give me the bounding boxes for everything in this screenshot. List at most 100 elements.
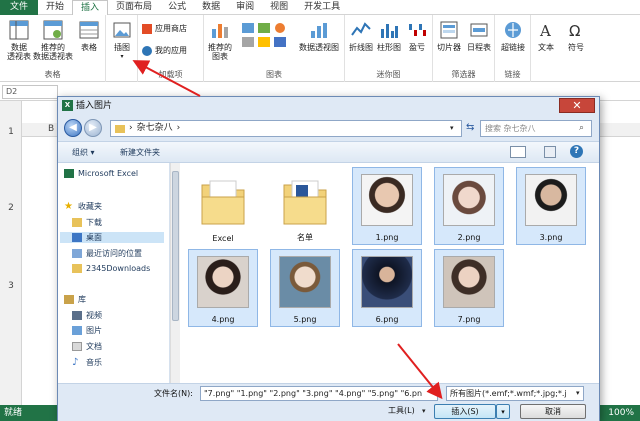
filename-label: 文件名(N): — [154, 389, 193, 398]
nav-item-microsoft-excel[interactable]: Microsoft Excel — [64, 169, 138, 178]
cancel-button[interactable]: 取消 — [520, 404, 586, 419]
tab-page-layout[interactable]: 页面布局 — [108, 0, 160, 15]
chevron-down-icon[interactable]: ▾ — [576, 389, 580, 397]
file-name: 4.png — [211, 315, 235, 324]
nav-scrollbar[interactable] — [170, 163, 180, 383]
file-item-4png[interactable]: 4.png — [188, 249, 258, 327]
recommended-charts-button[interactable]: 推荐的 图表 — [206, 19, 234, 61]
nav-item-libraries[interactable]: 库 — [64, 294, 86, 305]
breadcrumb-item[interactable]: 杂七杂八 — [137, 121, 173, 136]
group-filters: 切片器 日程表 筛选器 — [433, 15, 495, 82]
help-icon[interactable]: ? — [570, 145, 583, 158]
text-button[interactable]: A 文本 — [533, 19, 559, 52]
sparkline-column-button[interactable]: 柱形图 — [375, 19, 403, 52]
row-header-2[interactable]: 2 — [0, 203, 22, 213]
hyperlink-button[interactable]: 超链接 — [498, 19, 528, 52]
insert-options-button[interactable]: ▾ — [496, 404, 510, 419]
my-apps-button[interactable]: 我的应用 — [142, 45, 187, 56]
refresh-icon[interactable]: ⇆ — [466, 122, 474, 133]
tools-button[interactable]: 工具(L) — [388, 405, 415, 416]
tab-developer[interactable]: 开发工具 — [296, 0, 348, 15]
filename-input[interactable]: "7.png" "1.png" "2.png" "3.png" "4.png" … — [200, 386, 438, 401]
tab-formulas[interactable]: 公式 — [160, 0, 194, 15]
file-item-6png[interactable]: 6.png — [352, 249, 422, 327]
address-dropdown-icon[interactable]: ▾ — [450, 124, 454, 132]
nav-item-documents[interactable]: 文档 — [72, 341, 102, 352]
recent-places-icon — [72, 249, 82, 258]
forward-button[interactable]: ▶ — [84, 119, 102, 137]
table-button[interactable]: 表格 — [74, 19, 104, 52]
insert-button[interactable]: 插入(S) — [434, 404, 496, 419]
recommended-pivot-button[interactable]: 推荐的 数据透视表 — [33, 19, 73, 61]
nav-item-recent[interactable]: 最近访问的位置 — [72, 248, 142, 259]
file-item-3png[interactable]: 3.png — [516, 167, 586, 245]
recommended-charts-label: 推荐的 图表 — [208, 43, 232, 61]
tab-file[interactable]: 文件 — [0, 0, 39, 15]
folder-icon — [72, 264, 82, 273]
search-icon: ⌕ — [579, 123, 585, 133]
nav-item-downloads[interactable]: 下载 — [72, 217, 102, 228]
pivot-chart-button[interactable]: 数据透视图 — [296, 19, 342, 52]
documents-icon — [72, 342, 82, 351]
symbol-button[interactable]: Ω 符号 — [563, 19, 589, 52]
nav-item-favorites[interactable]: ★ 收藏夹 — [64, 201, 102, 212]
illustrations-label: 插图 — [114, 43, 130, 52]
nav-item-2345downloads[interactable]: 2345Downloads — [72, 264, 150, 273]
file-type-select[interactable]: 所有图片(*.emf;*.wmf;*.jpg;*.j — [446, 386, 584, 401]
sparkline-line-label: 折线图 — [349, 43, 373, 52]
row-header-1[interactable]: 1 — [0, 127, 22, 137]
dialog-footer: 文件名(N): "7.png" "1.png" "2.png" "3.png" … — [58, 383, 599, 421]
pivot-table-button[interactable]: 数据 透视表 — [2, 19, 36, 61]
group-sparklines: 折线图 柱形图 盈亏 迷你图 — [345, 15, 433, 82]
nav-item-videos[interactable]: 视频 — [72, 310, 102, 321]
tab-insert[interactable]: 插入 — [72, 0, 109, 15]
file-item-folder-excel[interactable]: Excel — [188, 167, 258, 245]
dialog-titlebar[interactable]: X 插入图片 ✕ — [58, 97, 599, 115]
recommended-pivot-label: 推荐的 数据透视表 — [33, 43, 73, 61]
file-name: 名单 — [297, 233, 313, 242]
name-box[interactable]: D2 — [2, 85, 58, 99]
organize-button[interactable]: 组织 ▾ — [72, 147, 95, 158]
view-options-icon[interactable] — [510, 146, 526, 158]
illustrations-button[interactable]: 插图 ▾ — [110, 19, 134, 61]
folder-path-icon — [115, 124, 125, 133]
preview-pane-icon[interactable] — [544, 146, 556, 158]
close-button[interactable]: ✕ — [559, 98, 595, 113]
sparkline-line-button[interactable]: 折线图 — [347, 19, 375, 52]
back-button[interactable]: ◀ — [64, 119, 82, 137]
timeline-icon — [470, 23, 488, 37]
file-item-1png[interactable]: 1.png — [352, 167, 422, 245]
zoom-level[interactable]: 100% — [608, 405, 634, 421]
svg-text:A: A — [539, 22, 551, 40]
dialog-title: 插入图片 — [76, 101, 113, 111]
tab-review[interactable]: 审阅 — [228, 0, 262, 15]
nav-label: 最近访问的位置 — [86, 249, 142, 258]
nav-scrollbar-thumb[interactable] — [172, 171, 179, 321]
hyperlink-label: 超链接 — [501, 43, 525, 52]
column-header-b[interactable]: B — [48, 124, 54, 134]
file-item-5png[interactable]: 5.png — [270, 249, 340, 327]
chevron-down-icon[interactable]: ▾ — [422, 407, 426, 415]
new-folder-button[interactable]: 新建文件夹 — [120, 147, 160, 158]
column-sparkline-icon — [381, 24, 398, 38]
file-item-folder-list[interactable]: 名单 — [270, 167, 340, 245]
address-bar[interactable]: › 杂七杂八 › — [110, 120, 462, 137]
music-icon: ♪ — [72, 357, 79, 368]
nav-item-pictures[interactable]: 图片 — [72, 325, 102, 336]
slicer-button[interactable]: 切片器 — [435, 19, 463, 52]
sparkline-winloss-button[interactable]: 盈亏 — [403, 19, 431, 52]
file-item-7png[interactable]: 7.png — [434, 249, 504, 327]
file-name: 6.png — [375, 315, 399, 324]
timeline-button[interactable]: 日程表 — [465, 19, 493, 52]
tab-view[interactable]: 视图 — [262, 0, 296, 15]
row-header-3[interactable]: 3 — [0, 281, 22, 291]
desktop-icon — [72, 233, 82, 242]
file-item-2png[interactable]: 2.png — [434, 167, 504, 245]
tab-data[interactable]: 数据 — [194, 0, 228, 15]
nav-item-desktop[interactable]: 桌面 — [60, 232, 164, 243]
store-button[interactable]: 应用商店 — [142, 23, 187, 34]
chart-type-buttons[interactable] — [240, 21, 290, 51]
tab-home[interactable]: 开始 — [38, 0, 72, 15]
search-input[interactable]: 搜索 杂七杂八 — [480, 120, 592, 137]
nav-item-music[interactable]: ♪ 音乐 — [72, 357, 102, 368]
